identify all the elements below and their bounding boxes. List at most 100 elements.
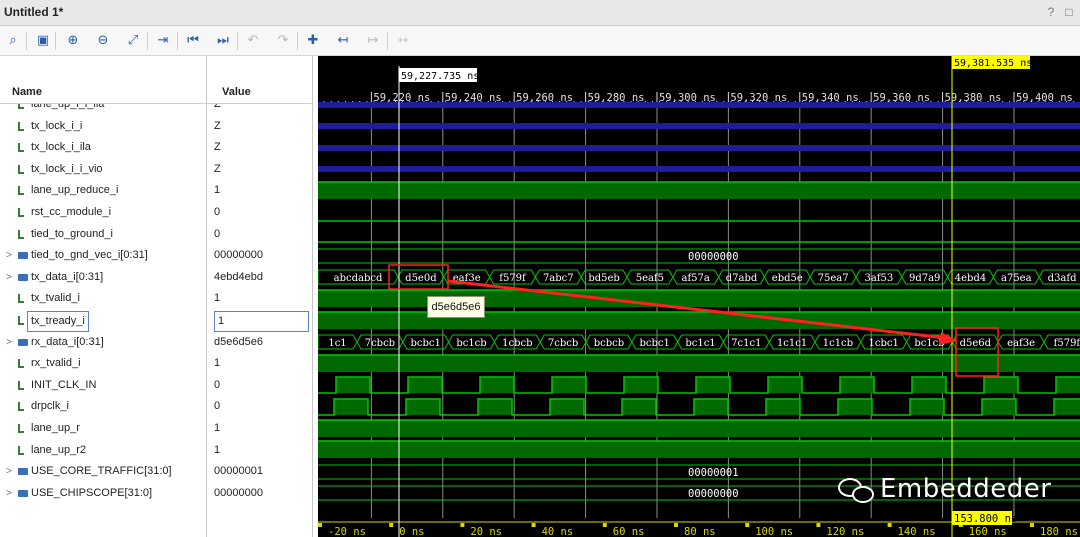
- delta-tick-label: 0 ns: [399, 526, 424, 537]
- bus-signal-icon: [18, 468, 28, 475]
- delta-tick: [887, 523, 892, 527]
- next-marker-icon[interactable]: ↦: [363, 31, 383, 51]
- signal-value-panel: Z Z Z Z 1 0 0 00000000 4ebd4ebd 1 1 d5e6d5e6 1 0 0 1 1 00…: [207, 56, 313, 537]
- bus-segment-label: eaf3e: [1007, 338, 1035, 349]
- bit-signal-icon: [18, 143, 24, 152]
- signal-row[interactable]: rst_cc_module_i: [0, 202, 206, 223]
- signal-name: tied_to_ground_i: [31, 228, 113, 240]
- expand-chevron-icon[interactable]: >: [6, 267, 12, 288]
- z-state-bar: [318, 166, 1080, 172]
- bus-segment-label: bc1cb: [456, 338, 486, 349]
- add-marker-icon[interactable]: ✚: [303, 31, 323, 51]
- signal-row[interactable]: > rx_data_i[0:31]: [0, 332, 206, 353]
- delta-tick: [460, 523, 465, 527]
- zoom-in-icon[interactable]: ⊕: [63, 31, 83, 51]
- restore-icon[interactable]: □: [1062, 5, 1076, 19]
- bus-signal-icon: [18, 490, 28, 497]
- signal-value-row[interactable]: 0: [207, 375, 312, 396]
- clock-high-fill: [696, 377, 730, 393]
- signal-value-row[interactable]: 1: [207, 310, 312, 332]
- clock-high-fill: [550, 399, 584, 415]
- bus-signal-icon: [18, 339, 28, 346]
- bus-segment-label: 7abc7: [543, 273, 574, 284]
- clock-high-fill: [1054, 399, 1080, 415]
- signal-value-row[interactable]: 1: [207, 418, 312, 439]
- signal-row[interactable]: tx_lock_i_ila: [0, 137, 206, 158]
- signal-value-row[interactable]: 0: [207, 202, 312, 223]
- signal-row[interactable]: > tx_data_i[0:31]: [0, 267, 206, 288]
- signal-row[interactable]: rx_tvalid_i: [0, 353, 206, 374]
- clock-high-fill: [622, 399, 656, 415]
- go-to-last-time-icon[interactable]: ⏭: [213, 31, 233, 51]
- signal-value-row[interactable]: 1: [207, 180, 312, 201]
- go-to-time-zero-icon[interactable]: ⏮: [183, 31, 203, 51]
- signal-row[interactable]: tied_to_ground_i: [0, 224, 206, 245]
- clock-high-fill: [768, 377, 802, 393]
- delta-tick-label: 20 ns: [470, 526, 502, 537]
- signal-value-row[interactable]: 1: [207, 353, 312, 374]
- bus-segment-label: bc1c1: [685, 338, 715, 349]
- delta-time-label: 153.800 ns: [954, 513, 1017, 525]
- signal-row[interactable]: tx_lock_i_i_vio: [0, 159, 206, 180]
- clock-high-fill: [334, 399, 368, 415]
- search-icon[interactable]: ⌕: [3, 31, 23, 51]
- signal-row[interactable]: > tied_to_gnd_vec_i[0:31]: [0, 245, 206, 266]
- signal-value-row[interactable]: 1: [207, 440, 312, 461]
- signal-value-row[interactable]: 00000001: [207, 461, 312, 482]
- name-column-header[interactable]: Name: [0, 78, 206, 104]
- clock-high-fill: [840, 377, 874, 393]
- signal-value-row[interactable]: 1: [207, 288, 312, 309]
- expand-chevron-icon[interactable]: >: [6, 461, 12, 482]
- signal-value-row[interactable]: 4ebd4ebd: [207, 267, 312, 288]
- signal-row[interactable]: > USE_CHIPSCOPE[31:0]: [0, 483, 206, 504]
- go-to-cursor-icon[interactable]: ⇥: [153, 31, 173, 51]
- signal-row[interactable]: lane_up_reduce_i: [0, 180, 206, 201]
- expand-chevron-icon[interactable]: >: [6, 245, 12, 266]
- save-icon[interactable]: ▣: [33, 31, 53, 51]
- signal-row[interactable]: tx_tvalid_i: [0, 288, 206, 309]
- delta-tick-label: 100 ns: [755, 526, 793, 537]
- toolbar-separator: [55, 32, 56, 50]
- previous-marker-icon[interactable]: ↤: [333, 31, 353, 51]
- zoom-out-icon[interactable]: ⊖: [93, 31, 113, 51]
- signal-value-row[interactable]: Z: [207, 116, 312, 137]
- bus-value-label: 00000000: [688, 488, 739, 500]
- bit-signal-icon: [18, 316, 24, 325]
- bus-segment-label: 3af53: [865, 273, 894, 284]
- bus-segment-label: a75ea: [1001, 273, 1032, 284]
- signal-row[interactable]: tx_lock_i_i: [0, 116, 206, 137]
- swap-cursors-icon[interactable]: ⇿: [393, 31, 413, 51]
- signal-row[interactable]: tx_tready_i: [0, 310, 206, 332]
- expand-chevron-icon[interactable]: >: [6, 332, 12, 353]
- signal-value-row[interactable]: Z: [207, 159, 312, 180]
- signal-name: tx_tvalid_i: [31, 292, 80, 304]
- help-icon[interactable]: ?: [1044, 5, 1058, 19]
- clock-high-fill: [982, 399, 1016, 415]
- logic-high-fill: [318, 441, 1080, 458]
- clock-high-fill: [408, 377, 442, 393]
- next-transition-icon[interactable]: ↷: [273, 31, 293, 51]
- signal-value: 00000000: [214, 249, 263, 261]
- watermark: Embeddeder: [838, 474, 1051, 506]
- signal-value-row[interactable]: Z: [207, 137, 312, 158]
- signal-row[interactable]: INIT_CLK_IN: [0, 375, 206, 396]
- signal-row[interactable]: > USE_CORE_TRAFFIC[31:0]: [0, 461, 206, 482]
- bit-signal-icon: [18, 446, 24, 455]
- signal-value-row[interactable]: 00000000: [207, 245, 312, 266]
- signal-value-row[interactable]: d5e6d5e6: [207, 332, 312, 353]
- signal-row[interactable]: lane_up_r2: [0, 440, 206, 461]
- signal-value-row[interactable]: 0: [207, 396, 312, 417]
- signal-name: drpclk_i: [31, 400, 69, 412]
- value-column-header[interactable]: Value: [207, 78, 312, 104]
- bus-segment-label: bcbcb: [594, 338, 624, 349]
- zoom-fit-icon[interactable]: ⤢: [123, 31, 143, 51]
- signal-name: lane_up_r2: [31, 444, 87, 456]
- delta-tick: [816, 523, 821, 527]
- signal-row[interactable]: drpclk_i: [0, 396, 206, 417]
- previous-transition-icon[interactable]: ↶: [243, 31, 263, 51]
- signal-value-row[interactable]: 0: [207, 224, 312, 245]
- bus-segment-label: bd5eb: [588, 273, 619, 284]
- expand-chevron-icon[interactable]: >: [6, 483, 12, 504]
- signal-row[interactable]: lane_up_r: [0, 418, 206, 439]
- signal-value-row[interactable]: 00000000: [207, 483, 312, 504]
